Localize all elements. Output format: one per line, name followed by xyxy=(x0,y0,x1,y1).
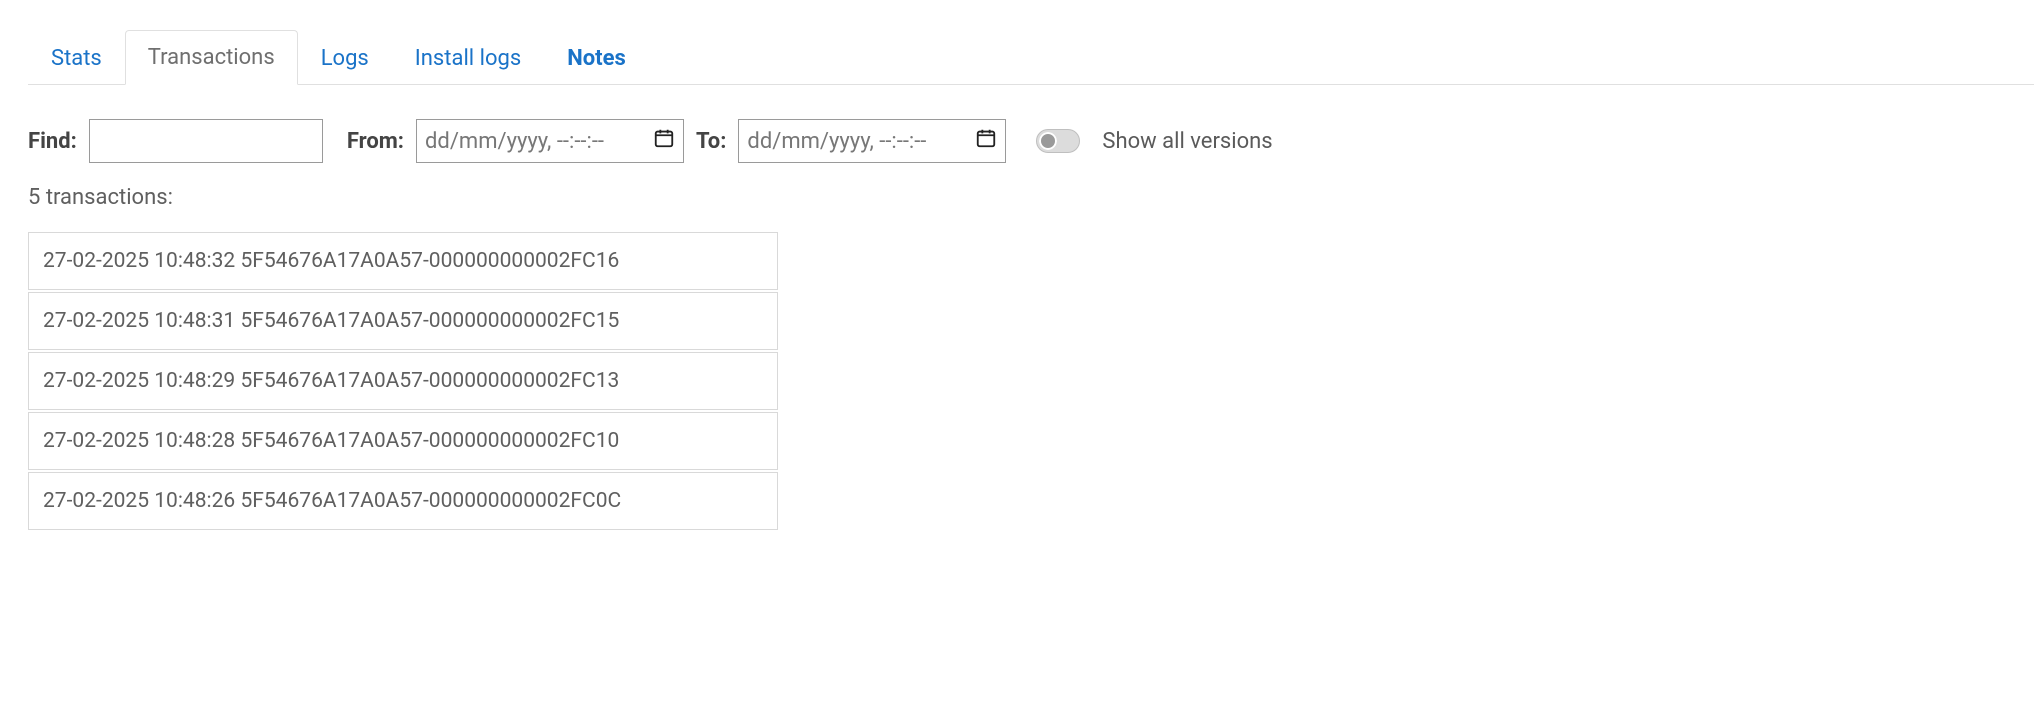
transaction-id: 5F54676A17A0A57-000000000002FC16 xyxy=(240,249,619,273)
from-date-input[interactable]: dd/mm/yyyy, --:--:-- xyxy=(416,119,684,163)
transaction-row[interactable]: 27-02-2025 10:48:28 5F54676A17A0A57-0000… xyxy=(28,412,778,470)
transaction-datetime: 27-02-2025 10:48:28 xyxy=(43,429,235,453)
transaction-list: 27-02-2025 10:48:32 5F54676A17A0A57-0000… xyxy=(28,232,778,530)
to-date-placeholder: dd/mm/yyyy, --:--:-- xyxy=(747,129,926,154)
to-label: To: xyxy=(696,129,726,154)
transaction-row[interactable]: 27-02-2025 10:48:26 5F54676A17A0A57-0000… xyxy=(28,472,778,530)
toggle-knob xyxy=(1039,132,1057,150)
transaction-row[interactable]: 27-02-2025 10:48:29 5F54676A17A0A57-0000… xyxy=(28,352,778,410)
tab-install-logs[interactable]: Install logs xyxy=(392,31,544,85)
transaction-id: 5F54676A17A0A57-000000000002FC15 xyxy=(240,309,619,333)
tab-transactions[interactable]: Transactions xyxy=(125,30,298,85)
transaction-count: 5 transactions: xyxy=(28,185,2006,210)
show-all-versions-toggle[interactable] xyxy=(1036,129,1080,153)
show-all-versions-label: Show all versions xyxy=(1102,129,1272,154)
transaction-datetime: 27-02-2025 10:48:26 xyxy=(43,489,235,513)
tab-stats[interactable]: Stats xyxy=(28,31,125,85)
tab-notes[interactable]: Notes xyxy=(544,31,649,85)
find-label: Find: xyxy=(28,129,77,154)
tab-logs[interactable]: Logs xyxy=(298,31,392,85)
filter-bar: Find: From: dd/mm/yyyy, --:--:-- To: dd/… xyxy=(28,119,2006,163)
transaction-id: 5F54676A17A0A57-000000000002FC13 xyxy=(240,369,619,393)
transaction-row[interactable]: 27-02-2025 10:48:31 5F54676A17A0A57-0000… xyxy=(28,292,778,350)
to-date-input[interactable]: dd/mm/yyyy, --:--:-- xyxy=(738,119,1006,163)
transaction-datetime: 27-02-2025 10:48:29 xyxy=(43,369,235,393)
calendar-icon[interactable] xyxy=(975,127,997,155)
tab-bar: Stats Transactions Logs Install logs Not… xyxy=(28,30,2034,85)
find-input[interactable] xyxy=(89,119,323,163)
from-date-placeholder: dd/mm/yyyy, --:--:-- xyxy=(425,129,604,154)
transaction-id: 5F54676A17A0A57-000000000002FC0C xyxy=(240,489,621,513)
from-label: From: xyxy=(347,129,404,154)
transaction-row[interactable]: 27-02-2025 10:48:32 5F54676A17A0A57-0000… xyxy=(28,232,778,290)
transaction-datetime: 27-02-2025 10:48:32 xyxy=(43,249,235,273)
transaction-datetime: 27-02-2025 10:48:31 xyxy=(43,309,235,333)
calendar-icon[interactable] xyxy=(653,127,675,155)
transaction-id: 5F54676A17A0A57-000000000002FC10 xyxy=(240,429,619,453)
